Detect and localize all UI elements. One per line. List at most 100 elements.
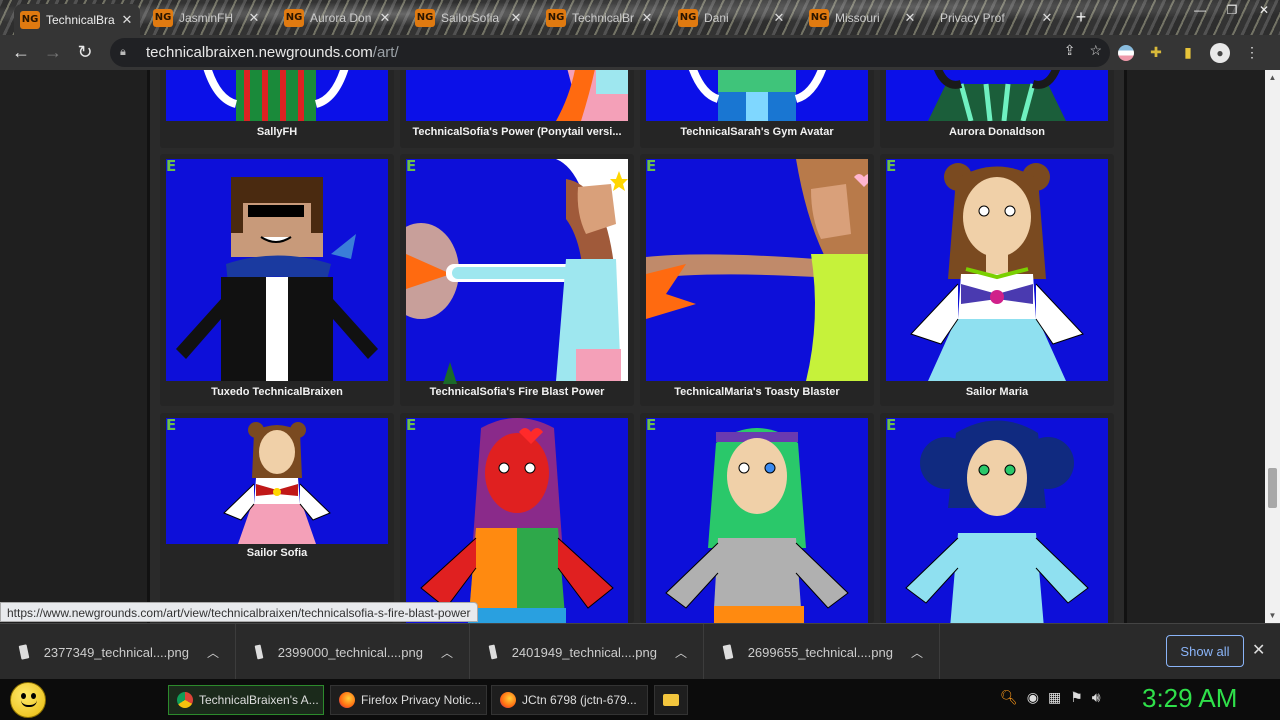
tab-sailorsofia[interactable]: NG SailorSofia ✕ bbox=[409, 4, 529, 31]
download-item[interactable]: 2399000_technical....png ︿ bbox=[236, 624, 470, 680]
tab-privacy[interactable]: Privacy Prof ✕ bbox=[934, 4, 1060, 31]
address-bar[interactable]: 🔒︎ technicalbraixen.newgrounds.com /art/… bbox=[110, 38, 1110, 67]
scrollbar[interactable]: ▲ ▼ bbox=[1265, 70, 1280, 623]
avatar[interactable]: ● bbox=[1210, 42, 1230, 63]
tab-title: Missouri bbox=[835, 10, 880, 25]
taskbar-firefox-jctn[interactable]: JCtn 6798 (jctn-679... bbox=[491, 685, 648, 715]
search-icon[interactable]: 🔍︎ bbox=[1000, 689, 1018, 706]
url-host: technicalbraixen.newgrounds.com bbox=[146, 44, 373, 61]
puzzle-icon[interactable]: ✚ bbox=[1146, 43, 1166, 63]
close-icon[interactable]: ✕ bbox=[1252, 640, 1265, 660]
download-item[interactable]: 2377349_technical....png ︿ bbox=[0, 624, 236, 680]
art-thumbnail[interactable] bbox=[166, 418, 388, 544]
new-tab-button[interactable]: + bbox=[1070, 6, 1092, 28]
chevron-up-icon[interactable]: ︿ bbox=[675, 644, 687, 661]
system-tray: 🔍︎ ◉ ▦ ⚑ 🔊︎ bbox=[1000, 689, 1101, 706]
gallery-card[interactable]: E Sailor Maria bbox=[880, 154, 1114, 406]
art-thumbnail[interactable] bbox=[406, 159, 628, 381]
gallery-card[interactable]: TechnicalSofia's Power (Ponytail versi..… bbox=[400, 70, 634, 148]
taskbar-chrome[interactable]: TechnicalBraixen's A... bbox=[168, 685, 324, 715]
forward-icon[interactable]: → bbox=[37, 37, 69, 69]
chevron-up-icon[interactable]: ︿ bbox=[207, 644, 219, 661]
share-icon[interactable]: ⇪ bbox=[1064, 42, 1076, 59]
gallery-card[interactable]: E bbox=[400, 413, 634, 623]
download-item[interactable]: 2401949_technical....png ︿ bbox=[470, 624, 704, 680]
gallery-card[interactable]: TechnicalSarah's Gym Avatar bbox=[640, 70, 874, 148]
art-thumbnail[interactable] bbox=[646, 159, 868, 381]
tab-title: TechnicalBra bbox=[46, 12, 115, 27]
gallery-card[interactable]: E Sailor Sofia bbox=[160, 413, 394, 623]
close-icon[interactable]: ✕ bbox=[903, 10, 917, 26]
art-thumbnail[interactable] bbox=[886, 70, 1108, 121]
gallery-card[interactable]: SallyFH bbox=[160, 70, 394, 148]
mouse-cursor-icon bbox=[443, 362, 457, 384]
menu-kebab-icon[interactable]: ⋮ bbox=[1242, 43, 1262, 63]
gallery-card[interactable]: E TechnicalSofia's Fire Blast Power bbox=[400, 154, 634, 406]
back-icon[interactable]: ← bbox=[5, 37, 37, 69]
art-thumbnail[interactable] bbox=[406, 70, 628, 121]
tab-technicalbr[interactable]: NG TechnicalBr ✕ bbox=[540, 4, 660, 31]
gallery-card[interactable]: E TechnicalMaria's Toasty Blaster bbox=[640, 154, 874, 406]
art-thumbnail[interactable] bbox=[406, 418, 628, 623]
art-thumbnail[interactable] bbox=[166, 159, 388, 381]
reload-icon[interactable]: ↻ bbox=[69, 37, 101, 69]
newgrounds-icon: NG bbox=[809, 8, 829, 27]
gallery-card[interactable]: E bbox=[640, 413, 874, 623]
close-icon[interactable]: ✕ bbox=[120, 12, 134, 28]
gallery-card[interactable]: E bbox=[880, 413, 1114, 623]
lock-icon[interactable]: 🔒︎ bbox=[120, 46, 132, 60]
art-thumbnail[interactable] bbox=[166, 70, 388, 121]
folder-icon bbox=[663, 694, 679, 706]
scroll-down-icon[interactable]: ▼ bbox=[1265, 608, 1280, 623]
rating-e-icon: E bbox=[406, 157, 417, 175]
action-center-icon[interactable]: ⚑ bbox=[1070, 689, 1083, 706]
close-icon[interactable]: ✕ bbox=[247, 10, 261, 26]
show-all-button[interactable]: Show all bbox=[1166, 635, 1244, 667]
newgrounds-icon: NG bbox=[153, 8, 173, 27]
taskbar-firefox-privacy[interactable]: Firefox Privacy Notic... bbox=[330, 685, 487, 715]
sidepanel-icon[interactable]: ▮ bbox=[1178, 43, 1198, 63]
tab-technicalbraixen[interactable]: NG TechnicalBra ✕ bbox=[14, 4, 140, 35]
network-icon[interactable]: ▦ bbox=[1048, 689, 1061, 706]
tray-app-icon[interactable]: ◉ bbox=[1027, 689, 1039, 706]
chevron-up-icon[interactable]: ︿ bbox=[441, 644, 453, 661]
file-icon bbox=[254, 644, 264, 660]
extension-flag-icon[interactable] bbox=[1118, 44, 1134, 61]
minimize-icon[interactable]: — bbox=[1184, 0, 1216, 20]
close-icon[interactable]: ✕ bbox=[509, 10, 523, 26]
close-icon[interactable]: ✕ bbox=[640, 10, 654, 26]
rating-e-icon: E bbox=[406, 416, 417, 434]
tab-missouri[interactable]: NG Missouri ✕ bbox=[803, 4, 923, 31]
close-icon[interactable]: ✕ bbox=[378, 10, 392, 26]
download-filename: 2399000_technical....png bbox=[277, 644, 423, 660]
url-path: /art/ bbox=[372, 44, 399, 61]
newgrounds-icon: NG bbox=[284, 8, 304, 27]
gallery-card[interactable]: E Tuxedo TechnicalBraixen bbox=[160, 154, 394, 406]
art-thumbnail[interactable] bbox=[886, 418, 1108, 623]
start-button[interactable] bbox=[10, 682, 46, 718]
close-window-icon[interactable]: ✕ bbox=[1248, 0, 1280, 20]
tab-dani[interactable]: NG Dani ✕ bbox=[672, 4, 792, 31]
bookmark-star-icon[interactable]: ☆ bbox=[1089, 42, 1102, 59]
status-bar-url: https://www.newgrounds.com/art/view/tech… bbox=[0, 602, 478, 622]
gallery-card[interactable]: Aurora Donaldson bbox=[880, 70, 1114, 148]
close-icon[interactable]: ✕ bbox=[1040, 10, 1054, 26]
download-item[interactable]: 2699655_technical....png ︿ bbox=[704, 624, 940, 680]
tab-jasminfh[interactable]: NG JasminFH ✕ bbox=[147, 4, 267, 31]
tab-title: SailorSofia bbox=[441, 10, 500, 25]
art-thumbnail[interactable] bbox=[646, 418, 868, 623]
volume-icon[interactable]: 🔊︎ bbox=[1092, 689, 1101, 706]
clock[interactable]: 3:29 AM bbox=[1142, 683, 1237, 714]
scrollbar-thumb[interactable] bbox=[1268, 468, 1277, 508]
close-icon[interactable]: ✕ bbox=[772, 10, 786, 26]
page-content: SallyFH TechnicalSofia's Power (Ponytail… bbox=[0, 70, 1280, 623]
tab-aurora[interactable]: NG Aurora Don ✕ bbox=[278, 4, 398, 31]
taskbar-folder[interactable] bbox=[654, 685, 688, 715]
rating-e-icon: E bbox=[166, 416, 177, 434]
newgrounds-icon: NG bbox=[20, 10, 40, 29]
art-thumbnail[interactable] bbox=[886, 159, 1108, 381]
restore-icon[interactable]: ❐ bbox=[1216, 0, 1248, 20]
art-thumbnail[interactable] bbox=[646, 70, 868, 121]
chevron-up-icon[interactable]: ︿ bbox=[911, 644, 923, 661]
scroll-up-icon[interactable]: ▲ bbox=[1265, 70, 1280, 85]
